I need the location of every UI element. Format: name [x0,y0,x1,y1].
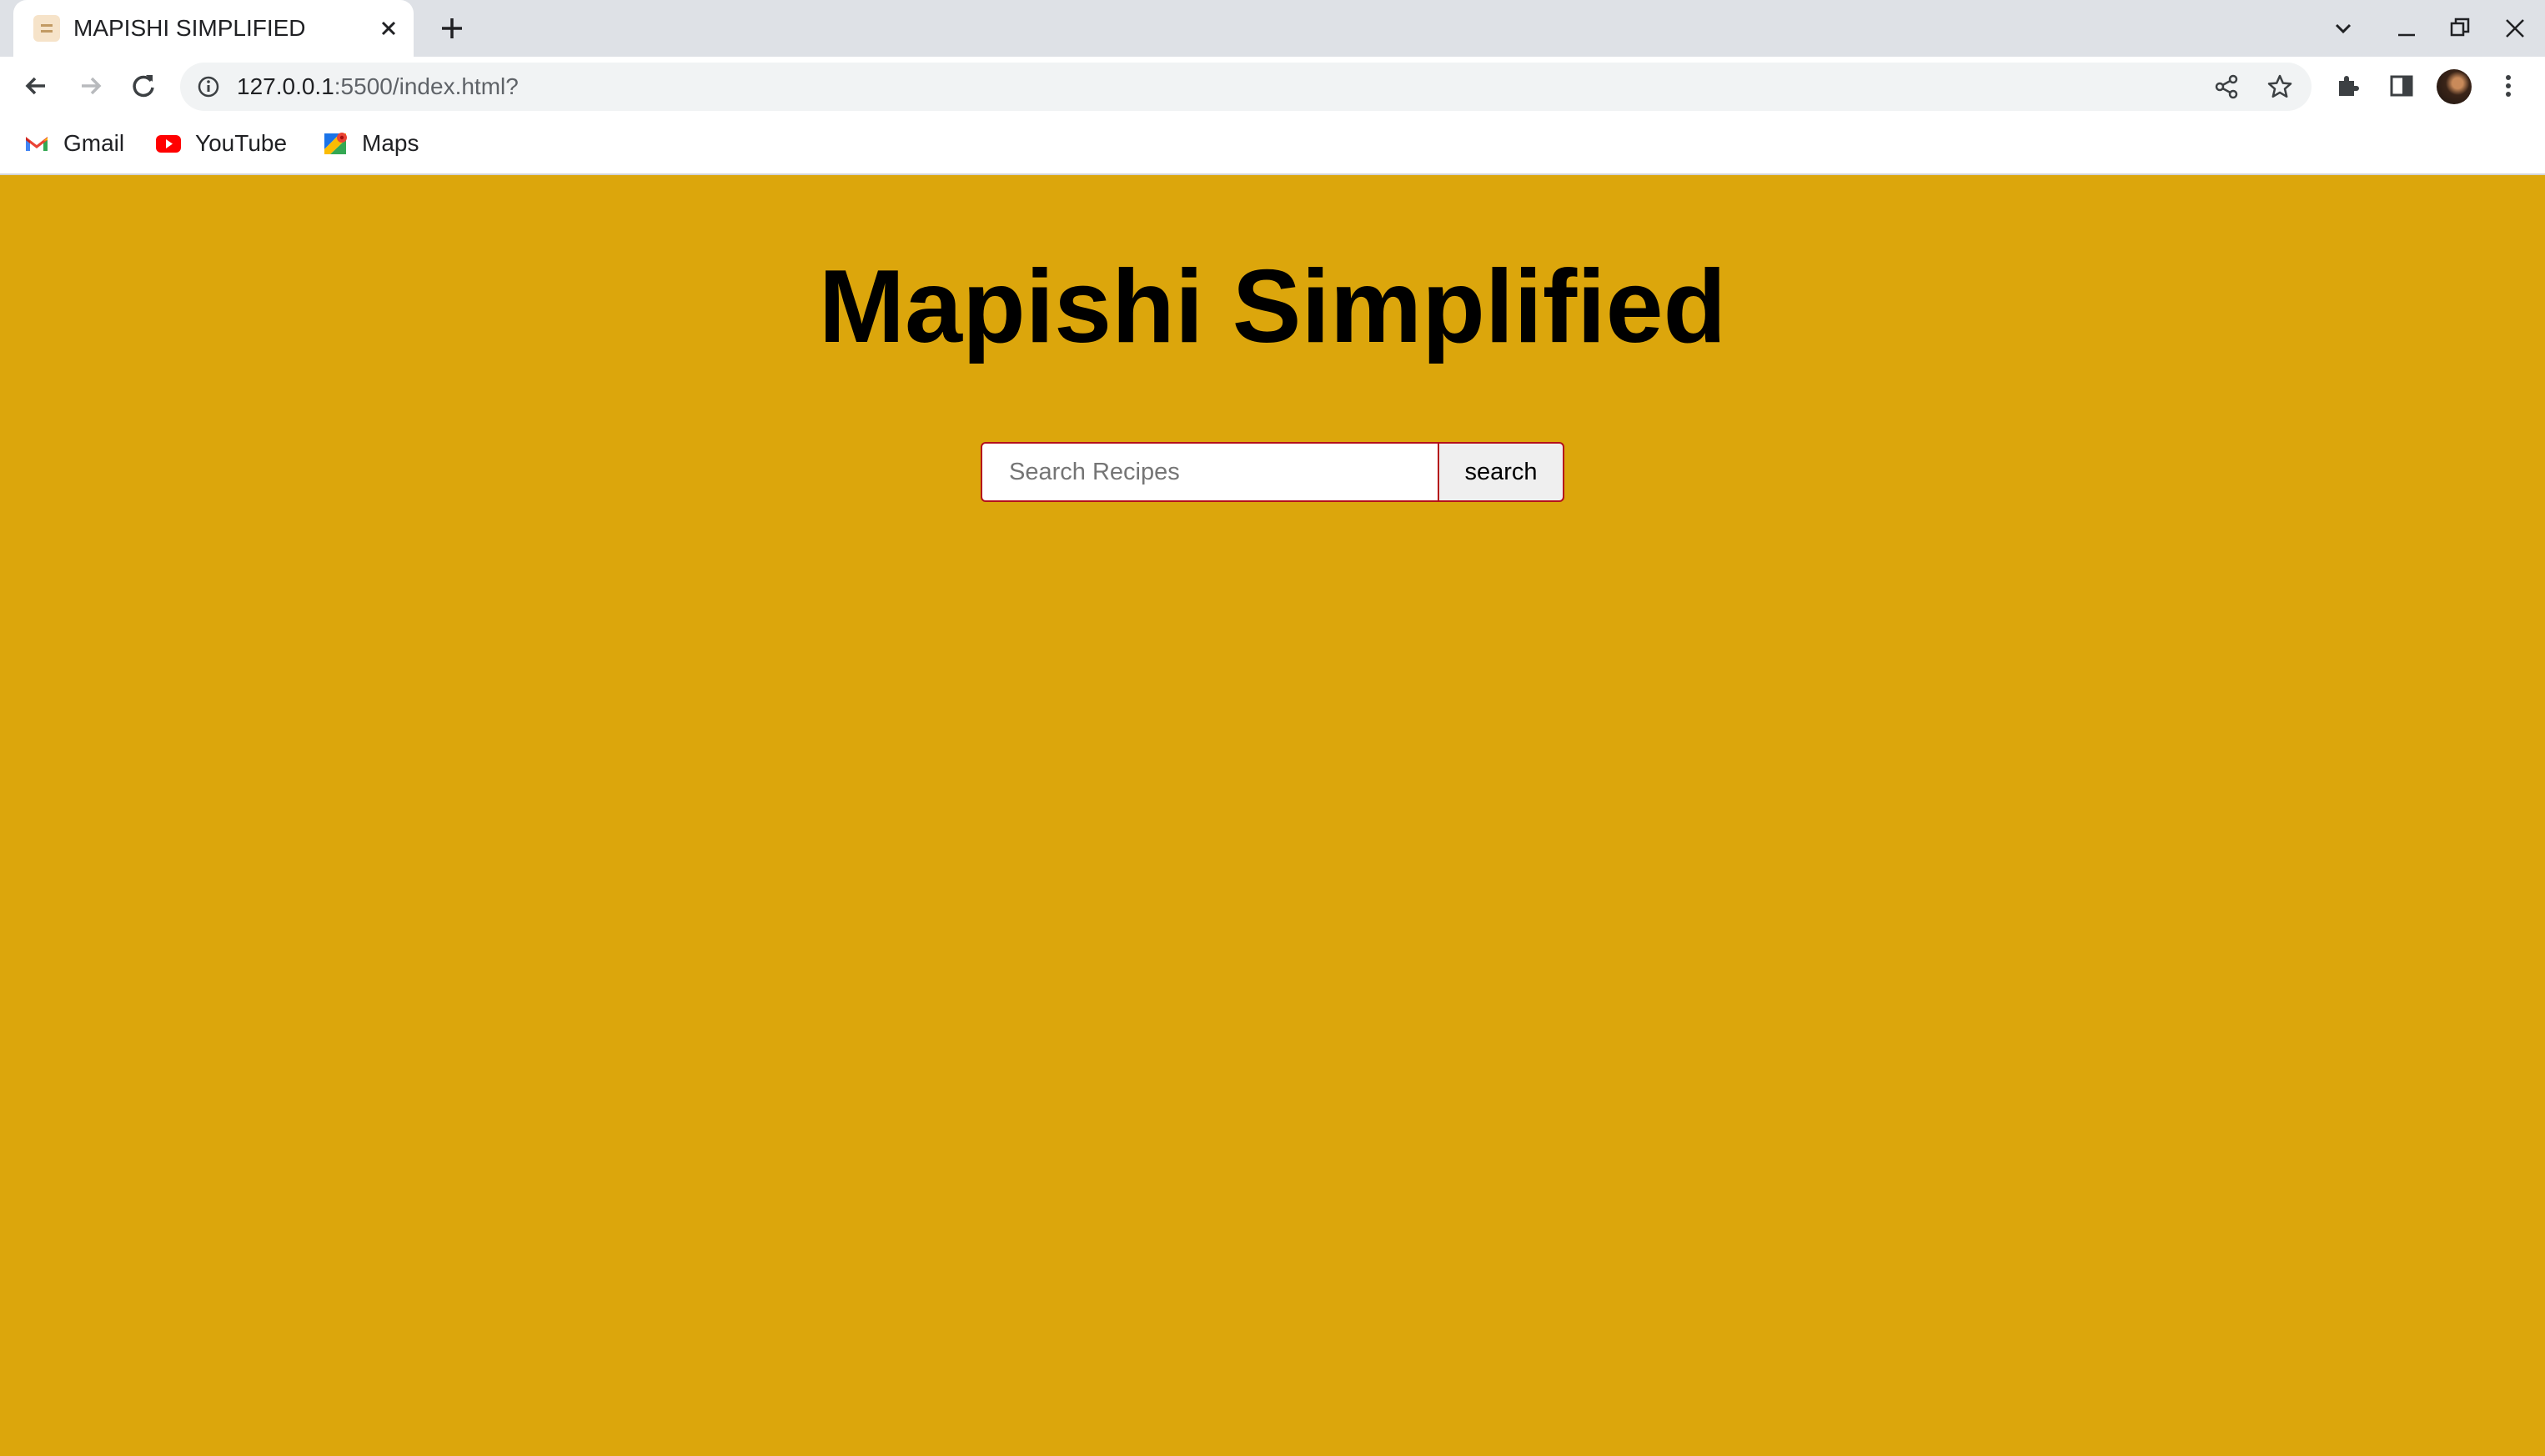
maps-icon [324,133,347,154]
tab-title: MAPISHI SIMPLIFIED [73,15,306,41]
browser-window: MAPISHI SIMPLIFIED 127.0.0.1:5500/index.… [0,0,2545,1456]
youtube-icon [156,135,181,153]
browser-toolbar: 127.0.0.1:5500/index.html? [0,57,2545,115]
url-path: :5500/index.html? [334,73,519,99]
share-icon[interactable] [2211,72,2241,102]
page-title: Mapishi Simplified [818,249,1727,364]
restore-icon[interactable] [2443,12,2477,45]
tab-strip: MAPISHI SIMPLIFIED [0,0,2545,57]
bookmark-label: Gmail [63,130,125,156]
reload-icon[interactable] [125,68,162,104]
back-icon[interactable] [18,68,55,104]
new-tab-icon[interactable] [434,10,470,47]
bookmarks-bar: Gmail YouTube Maps [0,115,2545,175]
bookmark-maps[interactable]: Maps [322,127,419,160]
chevron-down-icon[interactable] [2327,12,2360,45]
star-icon[interactable] [2265,72,2295,102]
search-form: search [981,442,1564,502]
search-input[interactable] [981,442,1439,502]
page-content: Mapishi Simplified search [0,175,2545,1456]
search-button[interactable]: search [1438,442,1564,502]
bookmark-youtube[interactable]: YouTube [155,127,287,160]
extensions-icon[interactable] [2332,69,2365,103]
gmail-icon [26,137,48,151]
side-panel-icon[interactable] [2385,69,2418,103]
close-icon[interactable] [372,12,405,45]
bookmark-label: Maps [362,130,419,156]
window-close-icon[interactable] [2498,12,2532,45]
minimize-icon[interactable] [2390,12,2423,45]
profile-avatar[interactable] [2437,69,2472,104]
more-menu-icon[interactable] [2492,69,2525,103]
tab-active[interactable]: MAPISHI SIMPLIFIED [13,0,414,57]
bookmark-gmail[interactable]: Gmail [23,127,124,160]
address-bar[interactable]: 127.0.0.1:5500/index.html? [180,63,2312,111]
url-text[interactable]: 127.0.0.1:5500/index.html? [237,73,519,100]
info-icon[interactable] [195,73,222,100]
url-host: 127.0.0.1 [237,73,334,99]
forward-icon[interactable] [72,68,108,104]
bookmark-label: YouTube [195,130,288,156]
document-icon [33,15,60,42]
